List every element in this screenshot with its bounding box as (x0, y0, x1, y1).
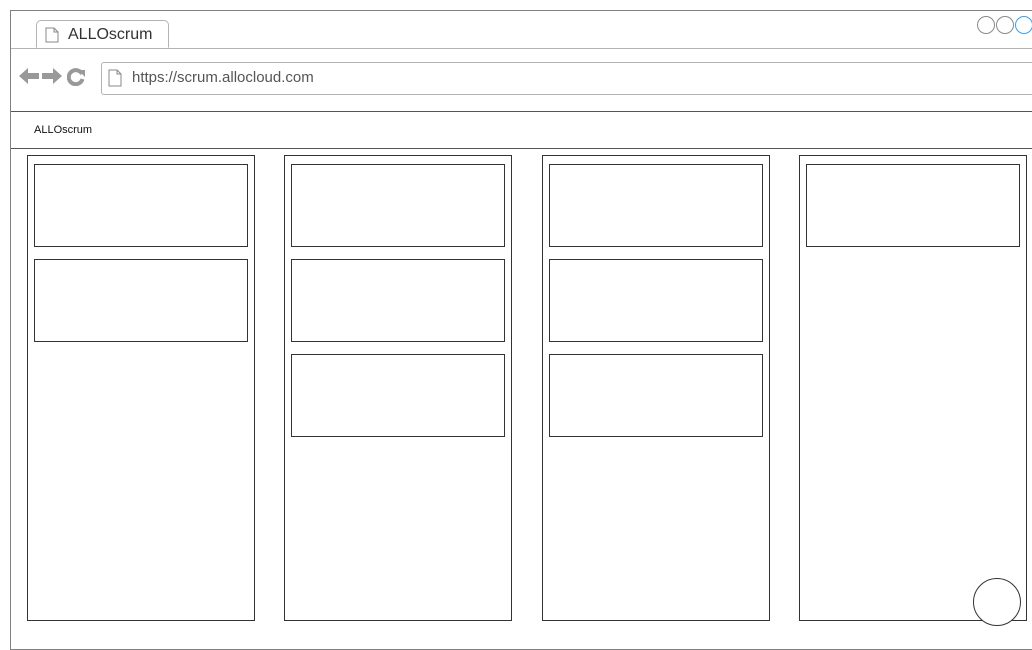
maximize-icon[interactable] (996, 16, 1014, 34)
reload-icon[interactable] (67, 68, 85, 86)
page-icon (108, 69, 122, 87)
task-card[interactable] (549, 354, 763, 437)
task-card[interactable] (34, 164, 248, 247)
task-card[interactable] (34, 259, 248, 342)
tab-strip: ALLOscrum (11, 11, 1032, 49)
app-header: ALLOscrum (11, 112, 1032, 149)
task-card[interactable] (549, 259, 763, 342)
back-arrow-icon[interactable] (19, 68, 39, 84)
board-column (542, 155, 770, 621)
address-bar[interactable]: https://scrum.allocloud.com (101, 62, 1032, 95)
board-column (284, 155, 512, 621)
board-column (27, 155, 255, 621)
task-card[interactable] (291, 354, 505, 437)
browser-tab[interactable]: ALLOscrum (36, 20, 169, 48)
board-column (799, 155, 1027, 621)
forward-arrow-icon[interactable] (42, 68, 62, 84)
navigation-bar: https://scrum.allocloud.com (11, 48, 1032, 112)
task-card[interactable] (291, 164, 505, 247)
task-card[interactable] (806, 164, 1020, 247)
tab-title: ALLOscrum (68, 26, 153, 43)
task-card[interactable] (291, 259, 505, 342)
floating-action-button[interactable] (973, 578, 1021, 626)
close-icon[interactable] (1015, 16, 1032, 34)
minimize-icon[interactable] (977, 16, 995, 34)
task-card[interactable] (549, 164, 763, 247)
url-text: https://scrum.allocloud.com (132, 69, 314, 86)
window-controls (977, 16, 1032, 34)
app-title: ALLOscrum (34, 124, 93, 136)
page-icon (45, 27, 59, 43)
